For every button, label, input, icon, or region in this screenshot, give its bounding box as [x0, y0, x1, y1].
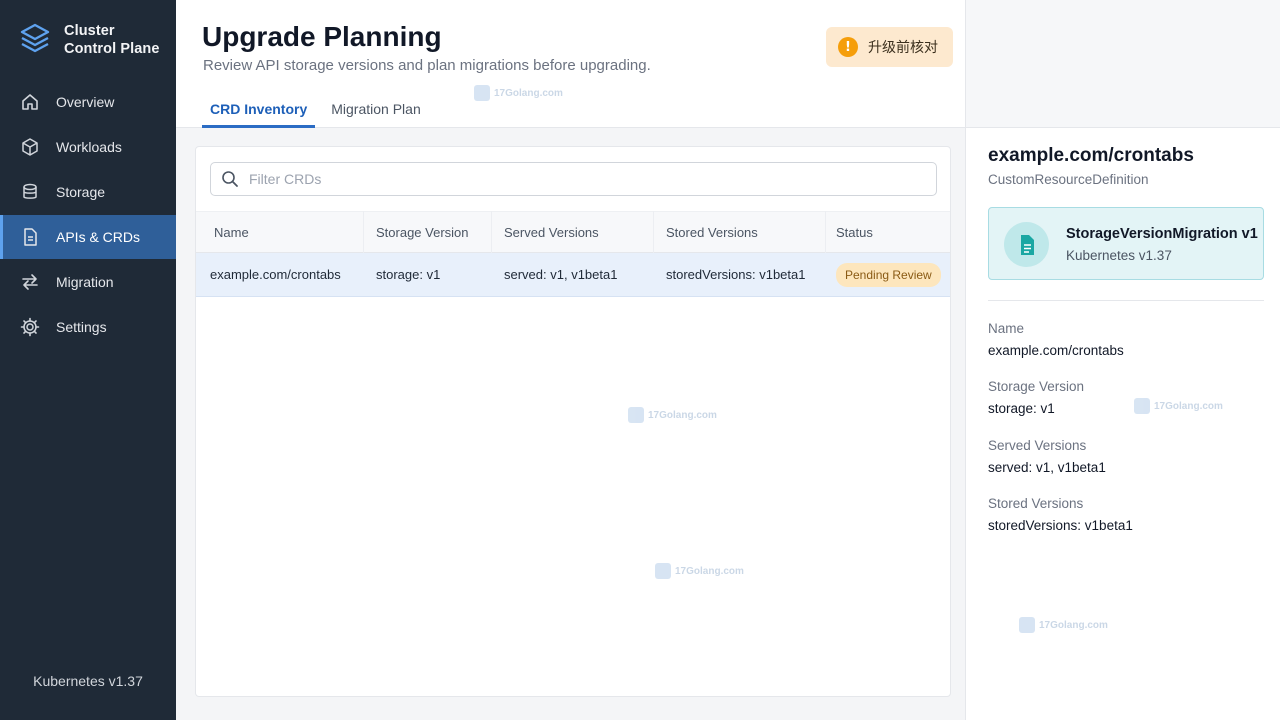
- arrows-icon: [22, 274, 38, 290]
- sidebar-item-label: Settings: [56, 319, 107, 335]
- brand-line-2: Control Plane: [64, 41, 160, 57]
- detail-panel-header-area: [966, 0, 1280, 128]
- brand-line-1: Cluster: [64, 23, 115, 39]
- sidebar-item-storage[interactable]: Storage: [0, 170, 176, 214]
- file-icon: [1004, 222, 1049, 267]
- version-label: Kubernetes v1.37: [33, 673, 143, 689]
- column-header-status[interactable]: Status: [826, 211, 950, 253]
- sidebar-nav: Overview Workloads Storage APIs & CRDs M…: [0, 80, 176, 350]
- page-title: Upgrade Planning: [202, 21, 442, 52]
- sidebar-item-overview[interactable]: Overview: [0, 80, 176, 124]
- watermark-text: 17Golang.com: [675, 565, 744, 577]
- warning-icon: !: [838, 37, 858, 57]
- brand[interactable]: Cluster Control Plane: [20, 22, 160, 58]
- watermark-logo-icon: [628, 407, 644, 423]
- watermark-logo-icon: [474, 85, 490, 101]
- watermark-logo-icon: [1134, 398, 1150, 414]
- filter-box[interactable]: [210, 162, 937, 196]
- notice-label: 升级前核对: [868, 40, 938, 56]
- sidebar-item-label: APIs & CRDs: [56, 229, 141, 245]
- field-label-name: Name: [988, 321, 1025, 336]
- field-label-stored-versions: Stored Versions: [988, 496, 1084, 511]
- field-label-storage-version: Storage Version: [988, 379, 1085, 394]
- sidebar-item-apis-crds[interactable]: APIs & CRDs: [0, 215, 176, 259]
- sidebar-item-label: Workloads: [56, 139, 122, 155]
- watermark-text: 17Golang.com: [1039, 619, 1108, 631]
- pre-upgrade-check-badge[interactable]: ! 升级前核对: [826, 27, 953, 67]
- watermark-text: 17Golang.com: [1154, 400, 1223, 412]
- detail-subtitle: CustomResourceDefinition: [988, 172, 1149, 187]
- watermark: 17Golang.com: [628, 407, 717, 423]
- cell-storage-version: storage: v1: [376, 267, 441, 282]
- column-header-storage-version[interactable]: Storage Version: [364, 211, 492, 253]
- card-title: StorageVersionMigration v1: [1066, 226, 1258, 242]
- cube-icon: [22, 138, 38, 156]
- status-badge[interactable]: Pending Review: [836, 262, 941, 287]
- field-value-storage-version: storage: v1: [988, 401, 1055, 416]
- filter-input[interactable]: [249, 171, 919, 187]
- sidebar-item-label: Migration: [56, 274, 114, 290]
- sidebar-item-workloads[interactable]: Workloads: [0, 125, 176, 169]
- layers-logo-icon: [20, 23, 50, 53]
- table-row[interactable]: example.com/crontabs storage: v1 served:…: [196, 253, 950, 297]
- sidebar: Cluster Control Plane Overview Workloads…: [0, 0, 176, 720]
- watermark-text: 17Golang.com: [494, 87, 563, 99]
- search-icon: [222, 171, 238, 187]
- watermark: 17Golang.com: [1134, 398, 1223, 414]
- cell-name: example.com/crontabs: [210, 267, 341, 282]
- home-icon: [22, 94, 38, 110]
- watermark: 17Golang.com: [474, 85, 563, 101]
- field-value-served-versions: served: v1, v1beta1: [988, 460, 1106, 475]
- document-icon: [24, 228, 37, 246]
- watermark-text: 17Golang.com: [648, 409, 717, 421]
- tab-crd-inventory[interactable]: CRD Inventory: [202, 96, 316, 128]
- field-label-served-versions: Served Versions: [988, 438, 1087, 453]
- watermark: 17Golang.com: [1019, 617, 1108, 633]
- cell-stored-versions: storedVersions: v1beta1: [666, 267, 806, 282]
- watermark-logo-icon: [655, 563, 671, 579]
- divider: [988, 300, 1264, 301]
- tab-bar: CRD Inventory Migration Plan: [202, 96, 437, 128]
- database-icon: [23, 183, 37, 199]
- card-subtitle: Kubernetes v1.37: [1066, 248, 1172, 263]
- sidebar-item-label: Storage: [56, 184, 106, 200]
- watermark-logo-icon: [1019, 617, 1035, 633]
- page-header: Upgrade Planning Review API storage vers…: [176, 0, 965, 128]
- main-content: Upgrade Planning Review API storage vers…: [176, 0, 965, 720]
- crd-table-panel: Name Storage Version Served Versions Sto…: [195, 146, 951, 697]
- sidebar-item-migration[interactable]: Migration: [0, 260, 176, 304]
- column-header-name[interactable]: Name: [196, 211, 364, 253]
- watermark: 17Golang.com: [655, 563, 744, 579]
- table-header: Name Storage Version Served Versions Sto…: [196, 211, 950, 253]
- sidebar-item-settings[interactable]: Settings: [0, 305, 176, 349]
- migration-resource-card[interactable]: StorageVersionMigration v1 Kubernetes v1…: [988, 207, 1264, 280]
- column-header-stored-versions[interactable]: Stored Versions: [654, 211, 826, 253]
- detail-panel: example.com/crontabs CustomResourceDefin…: [965, 0, 1280, 720]
- field-value-stored-versions: storedVersions: v1beta1: [988, 518, 1133, 533]
- field-value-name: example.com/crontabs: [988, 343, 1124, 358]
- tab-migration-plan[interactable]: Migration Plan: [323, 96, 429, 128]
- page-subtitle: Review API storage versions and plan mig…: [203, 57, 651, 74]
- detail-title: example.com/crontabs: [988, 145, 1194, 166]
- brand-name: Cluster Control Plane: [64, 22, 160, 58]
- gear-icon: [20, 317, 40, 337]
- cell-served-versions: served: v1, v1beta1: [504, 267, 618, 282]
- cell-status: Pending Review: [826, 253, 950, 297]
- sidebar-item-label: Overview: [56, 94, 115, 110]
- column-header-served-versions[interactable]: Served Versions: [492, 211, 654, 253]
